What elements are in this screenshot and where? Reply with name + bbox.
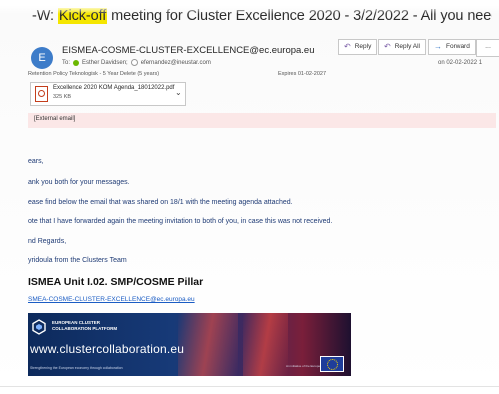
reply-all-button[interactable]: ↶ Reply All [378, 39, 426, 55]
pdf-icon [35, 86, 48, 102]
expires-date: Expires 01-02-2027 [278, 71, 327, 77]
external-email-text: [External email] [34, 116, 76, 122]
reply-all-label: Reply All [394, 43, 420, 50]
forward-icon: → [434, 42, 442, 51]
forward-label: Forward [446, 43, 470, 50]
body-line-2: ease find below the email that was share… [28, 199, 293, 206]
email-reading-pane: -W: Kick-off meeting for Cluster Excelle… [0, 0, 499, 394]
to-label: To: [62, 59, 71, 66]
body-signoff: yridoula from the Clusters Team [28, 257, 127, 264]
eu-flag-icon [320, 356, 344, 372]
signature-banner[interactable]: EUROPEAN CLUSTER COLLABORATION PLATFORM … [28, 313, 351, 376]
presence-available-icon [73, 59, 80, 66]
signature-title: ISMEA Unit I.02. SMP/COSME Pillar [28, 276, 204, 288]
signature-email-link[interactable]: SMEA-COSME-CLUSTER-EXCELLENCE@ec.europa.… [28, 296, 195, 303]
external-email-banner: [External email] [28, 113, 496, 128]
body-closing: nd Regards, [28, 238, 67, 245]
body-greeting: ears, [28, 158, 44, 165]
reply-label: Reply [354, 43, 372, 50]
avatar[interactable]: E [31, 47, 53, 69]
reply-all-icon: ↶ [384, 42, 391, 51]
attachment-card[interactable]: Excellence 2020 KOM Agenda_18012022.pdf … [30, 82, 186, 106]
sent-date: on 02-02-2022 1 [438, 60, 483, 66]
more-actions-button[interactable]: ... [476, 39, 499, 57]
banner-url: www.clustercollaboration.eu [30, 342, 185, 356]
banner-org-name: EUROPEAN CLUSTER COLLABORATION PLATFORM [52, 320, 118, 331]
sender-address[interactable]: EISMEA-COSME-CLUSTER-EXCELLENCE@ec.europ… [62, 45, 315, 56]
attachment-name: Excellence 2020 KOM Agenda_18012022.pdf [53, 85, 175, 91]
banner-footer: Strengthening the European economy throu… [30, 366, 123, 370]
chevron-down-icon[interactable]: ⌄ [175, 88, 182, 97]
recipient-2[interactable]: efernandez@ineustar.com [141, 60, 211, 66]
ecc-logo-icon [32, 319, 46, 335]
banner-light-streak [243, 313, 288, 376]
divider [0, 386, 499, 387]
reply-button[interactable]: ↶ Reply [338, 39, 378, 55]
banner-light-streak [178, 313, 238, 376]
presence-offline-icon [130, 59, 138, 66]
attachment-size: 325 KB [53, 94, 72, 100]
forward-button[interactable]: → Forward [428, 39, 476, 55]
body-line-3: ote that I have forwarded again the meet… [28, 218, 333, 225]
subject-top-crop [0, 0, 499, 14]
retention-policy: Retention Policy Teknologisk - 5 Year De… [28, 71, 160, 77]
body-line-1: ank you both for your messages. [28, 179, 130, 186]
recipients-line: To: Esther Davidsen; efernandez@ineustar… [62, 59, 211, 66]
reply-icon: ↶ [344, 42, 351, 51]
recipient-1[interactable]: Esther Davidsen; [82, 60, 128, 66]
